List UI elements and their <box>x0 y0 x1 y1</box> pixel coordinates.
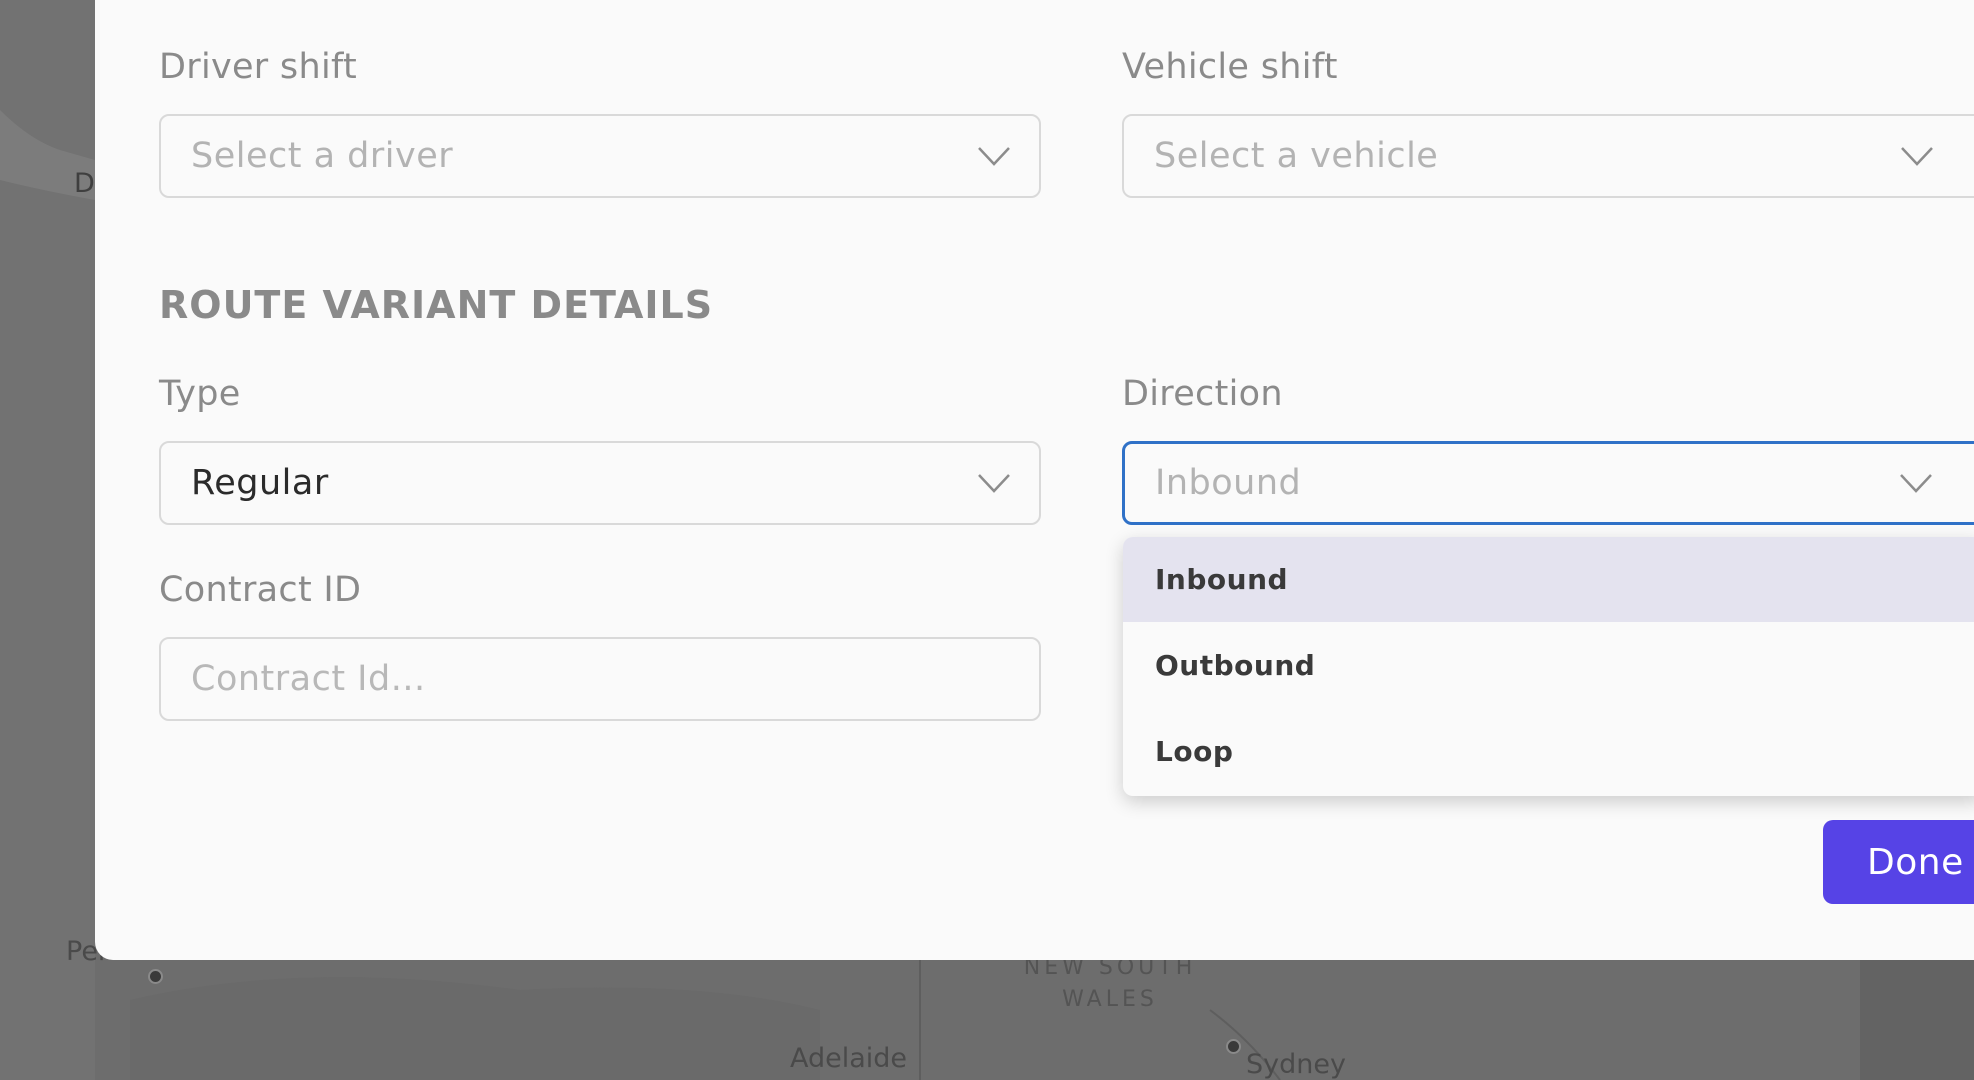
map-label-fragment: D <box>74 168 95 199</box>
route-variant-section-title: ROUTE VARIANT DETAILS <box>159 283 714 327</box>
contract-id-input[interactable] <box>161 639 1039 719</box>
direction-option-outbound[interactable]: Outbound <box>1123 623 1974 708</box>
chevron-down-icon <box>978 147 1010 166</box>
map-marker-perth <box>148 969 163 984</box>
map-marker-sydney <box>1226 1039 1241 1054</box>
vehicle-shift-select[interactable]: Select a vehicle <box>1122 114 1974 198</box>
driver-shift-select[interactable]: Select a driver <box>159 114 1041 198</box>
direction-label: Direction <box>1122 374 1283 414</box>
done-button[interactable]: Done <box>1823 820 1974 904</box>
direction-option-loop[interactable]: Loop <box>1123 709 1974 794</box>
direction-value: Inbound <box>1155 463 1302 503</box>
vehicle-shift-label: Vehicle shift <box>1122 47 1338 87</box>
direction-dropdown-menu: Inbound Outbound Loop <box>1123 537 1974 796</box>
vehicle-shift-placeholder: Select a vehicle <box>1154 136 1439 176</box>
direction-select[interactable]: Inbound <box>1122 441 1974 525</box>
map-state-line-2: WALES <box>1062 987 1158 1012</box>
map-label-sydney: Sydney <box>1246 1049 1346 1080</box>
contract-id-input-wrapper <box>159 637 1041 721</box>
map-label-adelaide: Adelaide <box>790 1043 908 1074</box>
direction-option-inbound[interactable]: Inbound <box>1123 537 1974 622</box>
driver-shift-placeholder: Select a driver <box>191 136 454 176</box>
chevron-down-icon <box>978 474 1010 493</box>
type-value: Regular <box>191 463 329 503</box>
chevron-down-icon <box>1901 147 1933 166</box>
type-select[interactable]: Regular <box>159 441 1041 525</box>
driver-shift-label: Driver shift <box>159 47 357 87</box>
map-label-new-south-wales: NEW SOUTH WALES <box>1010 952 1210 1016</box>
contract-id-label: Contract ID <box>159 570 362 610</box>
type-label: Type <box>159 374 241 414</box>
chevron-down-icon <box>1900 474 1932 493</box>
